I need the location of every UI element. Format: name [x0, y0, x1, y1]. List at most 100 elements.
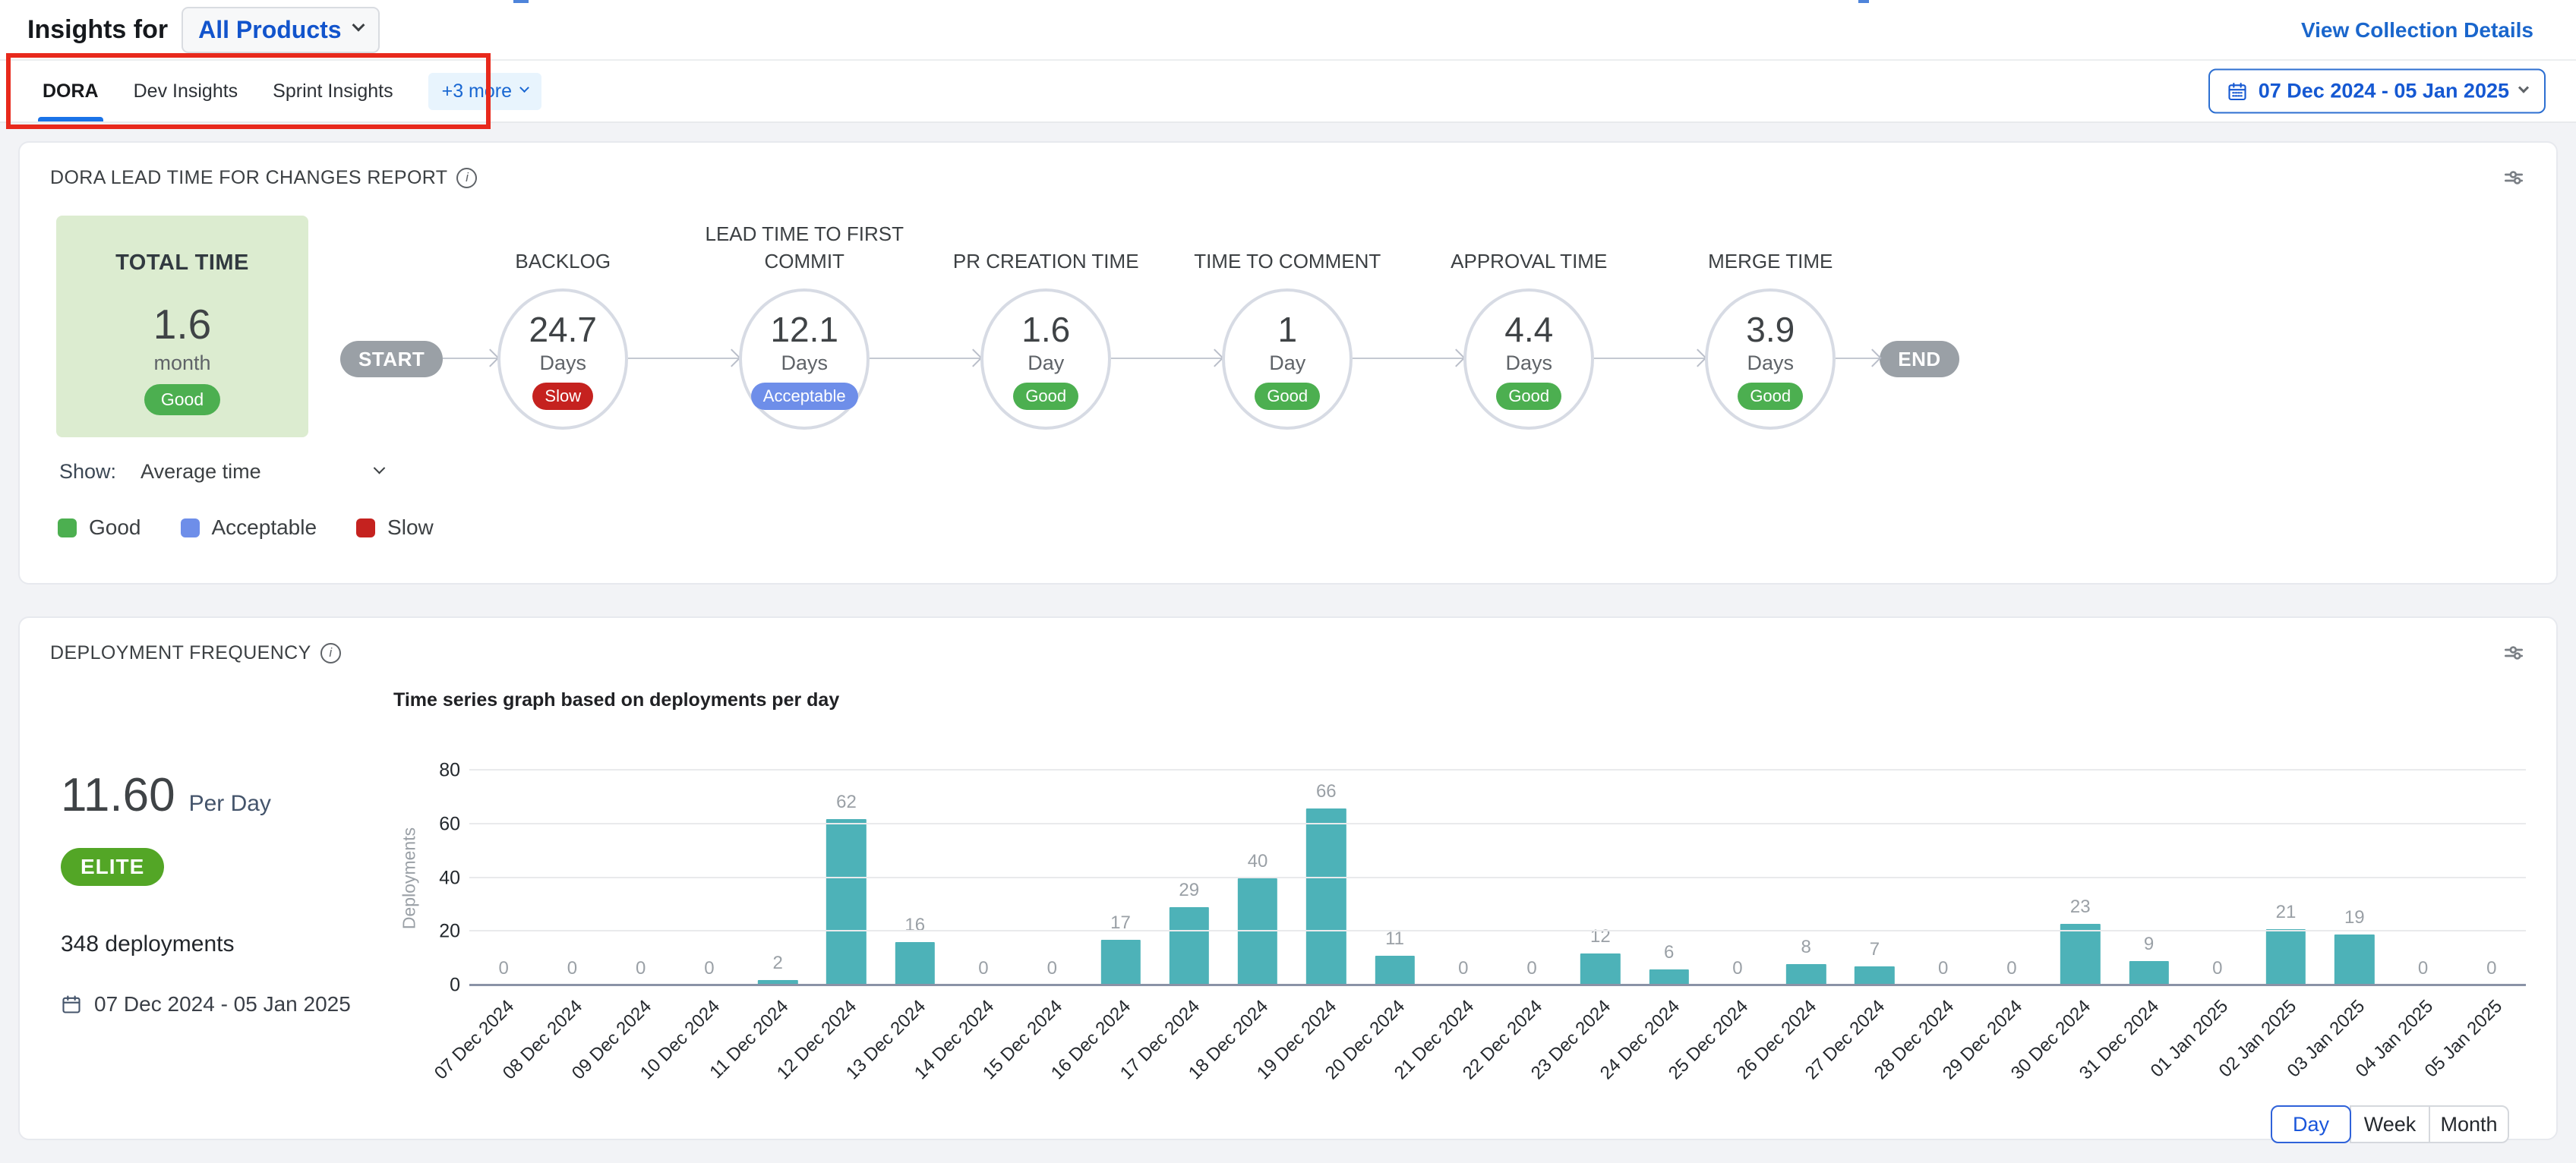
flow-stage-lead-time-to-first-commit: LEAD TIME TO FIRST COMMIT12.1DaysAccepta…	[739, 216, 870, 430]
stage-label: LEAD TIME TO FIRST COMMIT	[675, 220, 933, 275]
chart-settings-button[interactable]	[2502, 165, 2526, 190]
tab-dora[interactable]: DORA	[43, 61, 99, 121]
status-legend: GoodAcceptableSlow	[20, 484, 2556, 540]
bar-value-label: 0	[1458, 958, 1468, 979]
bar-value-label: 11	[1385, 928, 1404, 950]
flow-arrow	[443, 358, 497, 359]
stage-status-badge: Good	[1255, 383, 1320, 410]
legend-swatch	[181, 518, 200, 537]
bar-value-label: 0	[1047, 958, 1057, 979]
elite-badge: ELITE	[61, 848, 164, 886]
date-range-picker[interactable]: 07 Dec 2024 - 05 Jan 2025	[2208, 69, 2546, 114]
stage-value: 12.1	[770, 309, 838, 350]
chart-settings-button[interactable]	[2502, 641, 2526, 665]
lead-time-card: DORA LEAD TIME FOR CHANGES REPORT TOTAL …	[18, 141, 2558, 585]
sliders-icon	[2502, 165, 2526, 190]
legend-label: Slow	[387, 515, 434, 540]
flow-arrow	[1594, 358, 1705, 359]
show-label: Show:	[59, 460, 116, 484]
bar-slot: 7	[1840, 771, 1908, 985]
show-dropdown[interactable]: Show: Average time	[20, 437, 2556, 484]
stage-value: 1	[1277, 309, 1297, 350]
y-axis-ticks: 020406080	[425, 771, 469, 985]
stage-label: BACKLOG	[434, 247, 692, 275]
stage-unit: Days	[1747, 351, 1794, 375]
info-icon[interactable]	[320, 643, 341, 663]
bar-slot: 66	[1292, 771, 1360, 985]
bar	[1375, 956, 1414, 985]
legend-item-acceptable: Acceptable	[181, 515, 317, 540]
cropped-top-content	[513, 0, 529, 3]
bar-slot: 0	[538, 771, 606, 985]
bar-value-label: 8	[1801, 937, 1810, 958]
tab-sprint-insights[interactable]: Sprint Insights	[273, 61, 393, 121]
tab-bar: DORADev InsightsSprint Insights +3 more …	[0, 59, 2576, 123]
stage-label: APPROVAL TIME	[1400, 247, 1658, 275]
legend-swatch	[356, 518, 375, 537]
deployment-frequency-card: DEPLOYMENT FREQUENCY 11.60 Per Day ELITE…	[18, 616, 2558, 1140]
tab-dev-insights[interactable]: Dev Insights	[134, 61, 238, 121]
bar-slot: 0	[1909, 771, 1978, 985]
toggle-month[interactable]: Month	[2429, 1105, 2509, 1143]
bar-slot: 6	[1635, 771, 1703, 985]
total-time-card: TOTAL TIME 1.6 month Good	[56, 216, 308, 437]
bar-slot: 0	[675, 771, 743, 985]
legend-swatch	[58, 518, 77, 537]
y-axis-label: Deployments	[393, 771, 425, 985]
stage-value: 3.9	[1746, 309, 1795, 350]
stats-date-range: 07 Dec 2024 - 05 Jan 2025	[94, 992, 351, 1016]
stage-status-badge: Good	[1013, 383, 1078, 410]
bar	[826, 819, 866, 985]
bar-value-label: 21	[2276, 902, 2297, 923]
date-range-value: 07 Dec 2024 - 05 Jan 2025	[2259, 80, 2509, 103]
total-time-value: 1.6	[56, 300, 308, 348]
x-label-slot: 05 Jan 2025	[2458, 985, 2526, 1101]
total-time-status-badge: Good	[144, 384, 220, 415]
toggle-week[interactable]: Week	[2350, 1105, 2430, 1143]
sliders-icon	[2502, 641, 2526, 665]
toggle-day[interactable]: Day	[2271, 1105, 2351, 1143]
y-tick: 0	[450, 975, 460, 997]
plot-area: 0000262160017294066110012608700239021190…	[469, 771, 2526, 985]
stage-unit: Days	[1505, 351, 1552, 375]
info-icon[interactable]	[456, 168, 477, 188]
stage-circle: 3.9DaysGood	[1705, 288, 1836, 430]
bar-slot: 0	[949, 771, 1018, 985]
flow-stage-time-to-comment: TIME TO COMMENT1DayGood	[1222, 216, 1353, 430]
bar	[1100, 940, 1140, 985]
chevron-down-icon	[352, 19, 365, 32]
stage-label: TIME TO COMMENT	[1158, 247, 1416, 275]
bar	[1855, 966, 1894, 985]
view-collection-details-link[interactable]: View Collection Details	[2301, 18, 2533, 43]
granularity-toggle: DayWeekMonth	[393, 1105, 2526, 1143]
bar	[1238, 878, 1277, 986]
top-header: Insights for All Products View Collectio…	[0, 0, 2576, 59]
flow-start-pill: START	[340, 341, 443, 377]
flow-arrow	[1836, 358, 1880, 359]
product-selector-dropdown[interactable]: All Products	[182, 7, 379, 53]
more-tabs-button[interactable]: +3 more	[428, 73, 541, 110]
bar-slot: 21	[2252, 771, 2320, 985]
bar	[1170, 907, 1209, 985]
bar	[895, 942, 935, 985]
y-tick: 20	[439, 921, 460, 943]
bar-value-label: 19	[2344, 907, 2365, 928]
bar-value-label: 0	[1732, 958, 1742, 979]
bar-slot: 0	[1429, 771, 1498, 985]
bar-value-label: 0	[636, 958, 646, 979]
stage-circle: 24.7DaysSlow	[497, 288, 628, 430]
bar	[2334, 934, 2374, 985]
stage-status-badge: Slow	[532, 383, 593, 410]
legend-label: Acceptable	[212, 515, 317, 540]
chevron-down-icon	[519, 83, 529, 93]
page-title: Insights for	[27, 15, 168, 45]
bar-value-label: 0	[978, 958, 988, 979]
stage-circle: 4.4DaysGood	[1463, 288, 1594, 430]
chart-title: Time series graph based on deployments p…	[393, 689, 2526, 711]
bar-value-label: 16	[904, 915, 925, 936]
flow-arrow	[870, 358, 980, 359]
bar-value-label: 2	[773, 953, 783, 974]
stage-unit: Day	[1269, 351, 1305, 375]
bar-slot: 19	[2320, 771, 2388, 985]
stage-status-badge: Good	[1496, 383, 1561, 410]
